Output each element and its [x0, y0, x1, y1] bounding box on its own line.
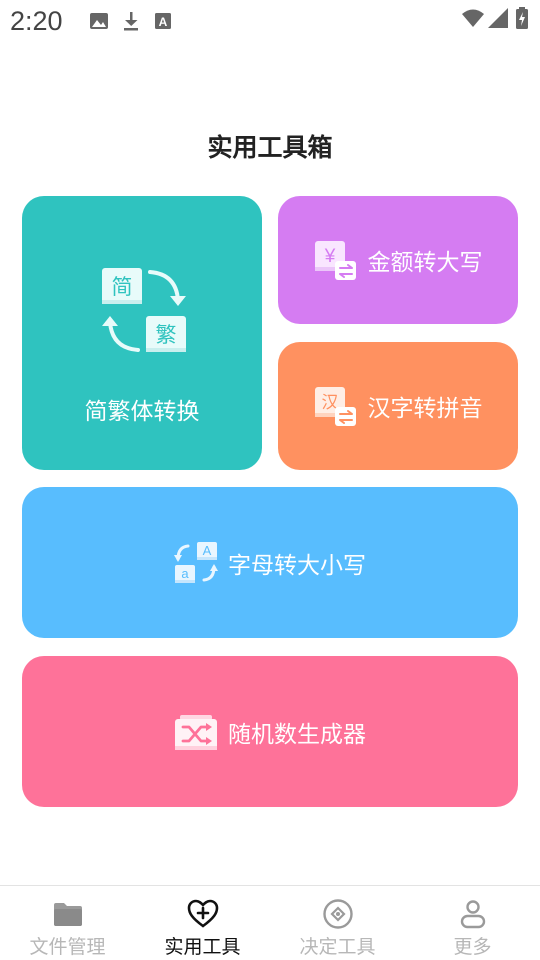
font-a-icon: A	[155, 13, 171, 29]
nav-item-file-manager[interactable]: 文件管理	[0, 886, 135, 960]
bottom-nav: 文件管理 实用工具 决定工具 更多	[0, 885, 540, 960]
nav-label-more: 更多	[453, 936, 492, 958]
hanzi-convert-icon: 汉	[314, 387, 356, 426]
compass-icon	[323, 899, 353, 929]
signal-icon	[488, 8, 508, 28]
wifi-icon	[462, 9, 484, 27]
amount-uppercase-label: 金额转大写	[367, 250, 483, 276]
simplified-traditional-icon: 简 繁	[102, 268, 186, 352]
battery-icon	[516, 7, 528, 29]
letter-case-label: 字母转大小写	[228, 552, 366, 579]
image-icon	[90, 13, 108, 29]
letter-lower-glyph: a	[181, 566, 189, 581]
hanzi-pinyin-label: 汉字转拼音	[367, 396, 483, 422]
page-title: 实用工具箱	[207, 133, 333, 162]
random-number-card[interactable]: 随机数生成器	[22, 656, 518, 807]
jianfan-glyph-2: 繁	[156, 323, 177, 347]
folder-icon	[54, 903, 82, 926]
amount-uppercase-card[interactable]: ¥ 金额转大写	[278, 196, 518, 324]
nav-item-decision[interactable]: 决定工具	[270, 886, 405, 960]
hanzi-pinyin-card[interactable]: 汉 汉字转拼音	[278, 342, 518, 470]
yuan-glyph: ¥	[323, 246, 335, 267]
shuffle-icon	[175, 714, 217, 750]
simplified-traditional-card[interactable]: 简 繁 简繁体转换	[22, 196, 262, 470]
nav-item-tools[interactable]: 实用工具	[135, 886, 270, 960]
simplified-traditional-label: 简繁体转换	[84, 399, 200, 425]
nav-item-more[interactable]: 更多	[405, 886, 540, 960]
letter-upper-glyph: A	[203, 543, 212, 558]
user-icon	[460, 900, 486, 929]
svg-text:A: A	[159, 15, 168, 29]
nav-label-decision: 决定工具	[299, 936, 376, 958]
status-time: 2:20	[10, 6, 63, 36]
random-number-label: 随机数生成器	[228, 721, 366, 748]
download-icon	[124, 12, 138, 31]
heart-plus-icon	[187, 899, 219, 928]
letter-case-icon: A a	[174, 541, 218, 583]
letter-case-card[interactable]: A a 字母转大小写	[22, 487, 518, 638]
jianfan-glyph-1: 简	[112, 275, 133, 299]
nav-label-tools: 实用工具	[164, 936, 241, 958]
yuan-convert-icon: ¥	[314, 241, 356, 280]
status-bar: 2:20 A	[0, 0, 540, 48]
nav-label-file-manager: 文件管理	[29, 936, 106, 958]
